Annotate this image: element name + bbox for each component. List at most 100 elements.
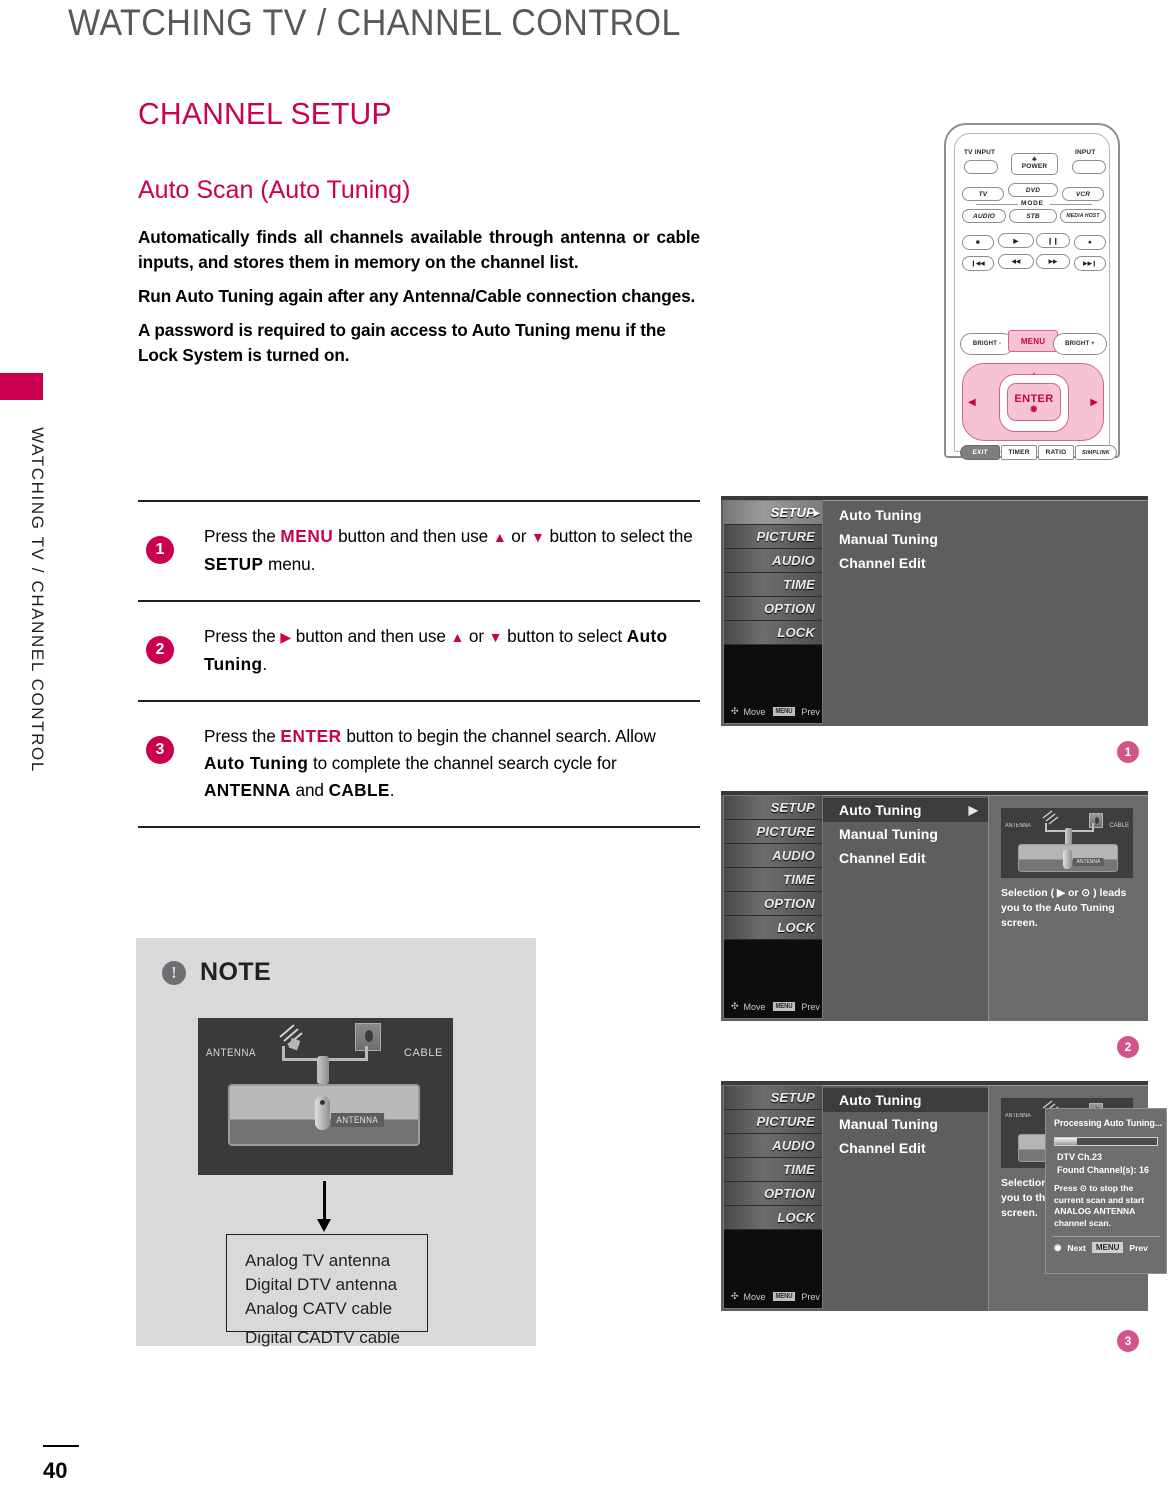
callout-badge-1: 1 [1117,741,1139,763]
remote-label-input: INPUT [1075,149,1096,156]
callout-badge-2: 2 [1117,1036,1139,1058]
diagram-label-cable: CABLE [403,1047,443,1059]
osd-sidebar-item-option[interactable]: OPTION [724,597,822,621]
osd-sidebar-item-setup[interactable]: SETUP ▶ [724,501,822,525]
osd-sidebar-item-setup[interactable]: SETUP [724,796,822,820]
osd-menu-item-auto-tuning[interactable]: Auto Tuning ▶ [823,798,988,822]
remote-body: TV INPUT ⎈ POWER INPUT TV DVD VCR MODE A… [944,123,1120,460]
step-text-fragment: button and then use [333,526,493,546]
osd-sidebar: SETUP PICTURE AUDIO TIME OPTION LOCK ✣ M… [723,1085,823,1309]
osd-sidebar-item-option[interactable]: OPTION [724,1182,822,1206]
remote-bright-plus-button[interactable]: BRIGHT + [1053,333,1107,355]
osd-sidebar-item-lock[interactable]: LOCK [724,621,822,645]
osd-sidebar-item-time[interactable]: TIME [724,1158,822,1182]
page-number: 40 [43,1458,68,1483]
remote-bright-minus-button[interactable]: BRIGHT - [960,333,1014,355]
dialog-footer: ◉ Next MENU Prev [1046,1237,1166,1253]
remote-mode-label: MODE [1021,200,1044,207]
osd-sidebar-label: AUDIO [772,1138,815,1153]
osd-menu-item-channel-edit[interactable]: Channel Edit [823,846,988,870]
step-text-fragment: Press the [204,526,281,546]
osd-sidebar-item-picture[interactable]: PICTURE [724,820,822,844]
list-item: Digital CADTV cable [245,1328,400,1347]
antenna-cable-diagram: ANTENNA CABLE ANTENNA [198,1018,453,1175]
step-text-fragment: ▲ [492,529,507,545]
list-item: Digital DTV antenna [245,1275,398,1294]
step-text-fragment: SETUP [204,554,264,574]
left-arrow-icon[interactable]: ◀ [968,397,976,408]
remote-ratio-button[interactable]: RATIO [1038,445,1074,460]
remote-record-button[interactable]: ● [1074,235,1106,250]
step-text-fragment: button to begin the channel search. Allo… [341,726,656,746]
osd-sidebar-label: PICTURE [756,529,815,544]
footer-rule [43,1445,79,1447]
list-item: Analog CATV cable [245,1299,393,1318]
step-text-fragment: menu. [263,554,316,574]
remote-rewind-button[interactable]: ◀◀ [998,254,1034,269]
remote-tv-input-button[interactable] [964,160,998,174]
chevron-right-icon: ▶ [968,803,978,817]
osd-sidebar-item-setup[interactable]: SETUP [724,1086,822,1110]
callout-badge-3: 3 [1117,1330,1139,1352]
osd-sidebar-item-option[interactable]: OPTION [724,892,822,916]
osd-sidebar-label: TIME [783,1162,815,1177]
step-text-fragment: button to select the [544,526,693,546]
remote-fast-forward-button[interactable]: ▶▶ [1036,254,1070,269]
remote-tv-mode-button[interactable]: TV [962,187,1004,201]
osd-menu-item-channel-edit[interactable]: Channel Edit [823,1136,988,1160]
osd-sidebar-item-audio[interactable]: AUDIO [724,844,822,868]
osd-menu-item-manual-tuning[interactable]: Manual Tuning [823,527,1148,551]
osd-sidebar-item-picture[interactable]: PICTURE [724,1110,822,1134]
osd-sidebar-item-audio[interactable]: AUDIO [724,1134,822,1158]
osd-menu-item-manual-tuning[interactable]: Manual Tuning [823,1112,988,1136]
remote-skip-back-button[interactable]: ❙◀◀ [962,256,994,271]
chevron-right-icon: ▶ [813,508,820,517]
step-text-fragment: Press the [204,726,281,746]
remote-vcr-mode-button[interactable]: VCR [1062,187,1104,201]
remote-timer-button[interactable]: TIMER [1001,445,1037,460]
remote-input-button[interactable] [1072,160,1106,174]
right-arrow-icon[interactable]: ▶ [1090,397,1098,408]
osd-sidebar-label: SETUP [770,1090,815,1105]
remote-stop-button[interactable]: ■ [962,235,994,250]
osd-sidebar-label: OPTION [763,601,815,616]
remote-play-button[interactable]: ▶ [998,233,1034,248]
dialog-footer-prev-label: Prev [1129,1242,1148,1253]
remote-skip-forward-button[interactable]: ▶▶❙ [1074,256,1106,271]
osd-menu-item-auto-tuning[interactable]: Auto Tuning [823,503,1148,527]
remote-exit-button[interactable]: EXIT [960,445,1000,460]
progress-bar-fill [1055,1138,1078,1145]
remote-dvd-mode-button[interactable]: DVD [1008,183,1058,197]
remote-menu-button[interactable]: MENU [1008,330,1058,352]
remote-pause-button[interactable]: ❙❙ [1036,233,1070,248]
cable-outlet-icon [355,1023,381,1051]
step-text: Press the ▶ button and then use ▲ or ▼ b… [204,623,700,678]
remote-dpad[interactable]: ▲ ◀ ▶ ▼ ENTER ◉ [962,363,1104,441]
osd-footer-menu-chip: MENU [772,1002,795,1011]
remote-power-button[interactable]: ⎈ POWER [1011,153,1058,175]
osd-sidebar-label: OPTION [763,1186,815,1201]
osd-sidebar-item-audio[interactable]: AUDIO [724,549,822,573]
step-text-fragment: button and then use [291,626,451,646]
osd-menu-item-auto-tuning[interactable]: Auto Tuning [823,1088,988,1112]
remote-stb-mode-button[interactable]: STB [1009,209,1057,223]
osd-menu-item-channel-edit[interactable]: Channel Edit [823,551,1148,575]
osd-footer-prev-label: Prev [801,1001,820,1012]
osd-sidebar: SETUP PICTURE AUDIO TIME OPTION LOCK ✣ M… [723,795,823,1019]
remote-audio-mode-button[interactable]: AUDIO [962,209,1006,223]
osd-sidebar-item-picture[interactable]: PICTURE [724,525,822,549]
page-title: WATCHING TV / CHANNEL CONTROL [68,2,681,43]
enter-dot-icon: ◉ [1030,403,1038,413]
remote-enter-button[interactable]: ENTER ◉ [1007,383,1061,421]
osd-menu-label: Auto Tuning [839,1092,922,1108]
osd-sidebar-item-lock[interactable]: LOCK [724,916,822,940]
osd-menu-item-manual-tuning[interactable]: Manual Tuning [823,822,988,846]
remote-simplink-button[interactable]: SIMPLINK [1075,445,1117,460]
osd-sidebar-item-time[interactable]: TIME [724,868,822,892]
remote-power-label: POWER [1021,163,1048,170]
remote-media-host-button[interactable]: MEDIA HOST [1060,209,1106,223]
osd-sidebar-item-time[interactable]: TIME [724,573,822,597]
dialog-found-line: Found Channel(s): 16 [1057,1165,1149,1175]
osd-sidebar-item-lock[interactable]: LOCK [724,1206,822,1230]
step-text-fragment: ENTER [280,726,342,746]
